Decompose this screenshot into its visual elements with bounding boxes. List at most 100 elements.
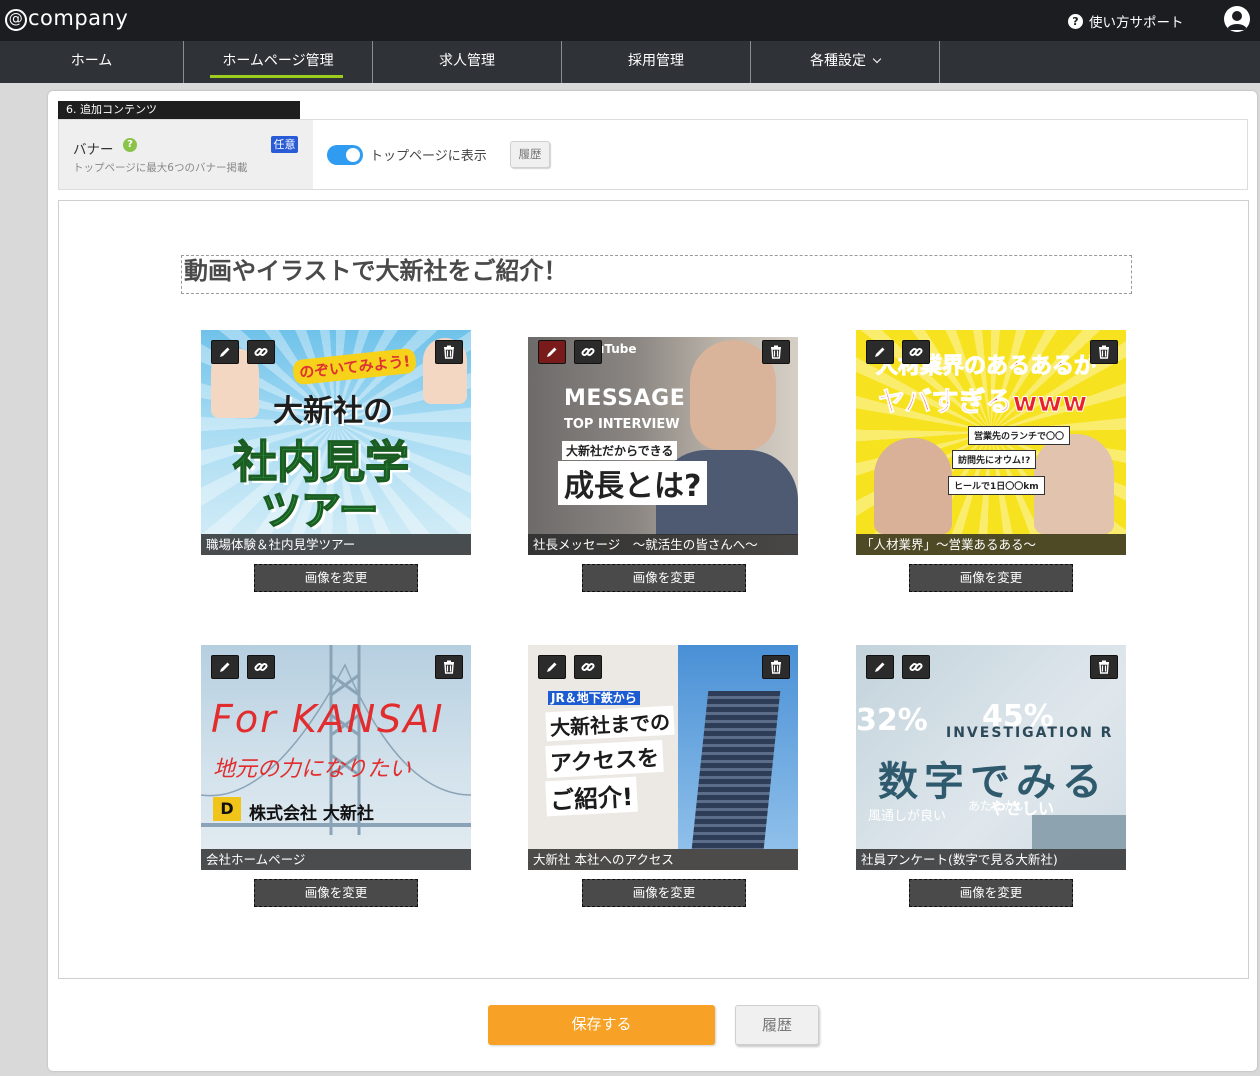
person-photo <box>874 438 952 534</box>
pencil-icon <box>220 347 230 357</box>
banner-art-text: ヤバすぎるwww <box>877 387 1088 419</box>
banner-art-text: TOP INTERVIEW <box>564 417 680 432</box>
company-d-logo: D <box>213 797 241 821</box>
trash-icon <box>444 345 454 359</box>
banner-art-text: ヒールで1日〇〇km <box>948 476 1045 495</box>
section-tag: 6. 追加コンテンツ <box>58 101 300 119</box>
link-icon <box>909 347 923 357</box>
delete-banner-button[interactable] <box>435 655 463 679</box>
trash-icon <box>1099 345 1109 359</box>
banner-card[interactable]: 人材業界のあるあるが ヤバすぎるwww 営業先のランチで〇〇 訪問先にオウム!?… <box>856 330 1126 555</box>
save-button[interactable]: 保存する <box>488 1005 715 1045</box>
pencil-icon <box>547 662 557 672</box>
person-photo <box>1034 434 1114 534</box>
edit-banner-button[interactable] <box>866 655 894 679</box>
help-icon[interactable]: ? <box>123 138 137 152</box>
banner-label: バナー <box>73 142 114 158</box>
link-icon <box>581 347 595 357</box>
toggle-label: トップページに表示 <box>370 149 487 164</box>
banner-card[interactable]: JR＆地下鉄から 大新社までの アクセスを ご紹介! 大新社 本社へのアクセス <box>528 645 798 870</box>
link-banner-button[interactable] <box>902 340 930 364</box>
delete-banner-button[interactable] <box>435 340 463 364</box>
banner-description: トップページに最大6つのバナー掲載 <box>73 162 248 174</box>
edit-banner-button[interactable] <box>211 340 239 364</box>
nav-homepage-management[interactable]: ホームページ管理 <box>184 41 373 83</box>
banner-art-text: INVESTIGATION R <box>946 725 1114 741</box>
delete-banner-button[interactable] <box>1090 340 1118 364</box>
link-banner-button[interactable] <box>574 340 602 364</box>
change-image-button[interactable]: 画像を変更 <box>254 564 418 592</box>
number-block <box>1032 815 1126 849</box>
user-icon <box>1227 11 1247 30</box>
delete-banner-button[interactable] <box>1090 655 1118 679</box>
support-link[interactable]: ? 使い方サポート <box>1068 11 1184 31</box>
change-image-button[interactable]: 画像を変更 <box>909 564 1073 592</box>
banner-caption: 社員アンケート(数字で見る大新社) <box>856 849 1126 870</box>
banner-caption: 社長メッセージ ～就活生の皆さんへ～ <box>528 534 798 555</box>
edit-banner-button[interactable] <box>538 340 566 364</box>
banner-art-text: あたたかい <box>968 799 1029 813</box>
link-banner-button[interactable] <box>247 655 275 679</box>
banner-art-text: 営業先のランチで〇〇 <box>968 426 1071 445</box>
banner-card[interactable]: のぞいてみよう! 大新社の 社内見学 ツアー 職場体験＆社内見学ツアー <box>201 330 471 555</box>
banner-art-text: MESSAGE <box>564 386 686 411</box>
banner-art-text: ご紹介! <box>545 776 638 817</box>
trash-icon <box>1099 660 1109 674</box>
user-avatar[interactable] <box>1224 6 1250 32</box>
banner-card[interactable]: 32% 45% INVESTIGATION R 数字でみる 風通しが良い やさし… <box>856 645 1126 870</box>
nav-settings[interactable]: 各種設定 <box>751 41 940 83</box>
chevron-down-icon <box>872 54 882 64</box>
banner-art-text: 地元の力になりたい <box>213 757 412 782</box>
banner-card[interactable]: For KANSAI 地元の力になりたい D 株式会社 大新社 会社ホームページ <box>201 645 471 870</box>
banner-card[interactable]: YouTube MESSAGE TOP INTERVIEW 大新社だからできる … <box>528 330 798 555</box>
banner-art-text: 訪問先にオウム!? <box>952 450 1037 469</box>
delete-banner-button[interactable] <box>762 655 790 679</box>
trash-icon <box>771 660 781 674</box>
pencil-icon <box>875 662 885 672</box>
banner-art-text: ツアー <box>260 487 379 535</box>
delete-banner-button[interactable] <box>762 340 790 364</box>
show-on-top-toggle[interactable] <box>327 145 363 165</box>
trash-icon <box>771 345 781 359</box>
banner-art-text: アクセスを <box>545 739 664 779</box>
banner-art-text: 32% <box>856 703 928 738</box>
link-banner-button[interactable] <box>902 655 930 679</box>
nav-job-management[interactable]: 求人管理 <box>373 41 562 83</box>
banner-top-strip <box>528 330 798 337</box>
banner-heading[interactable]: 動画やイラストで大新社をご紹介！ <box>181 255 1132 294</box>
trash-icon <box>444 660 454 674</box>
banner-setting-row: バナー ? トップページに最大6つのバナー掲載 任意 トップページに表示 履歴 <box>58 119 1248 190</box>
banner-history-button[interactable]: 履歴 <box>510 141 550 168</box>
history-button[interactable]: 履歴 <box>735 1005 819 1045</box>
change-image-button[interactable]: 画像を変更 <box>582 564 746 592</box>
edit-banner-button[interactable] <box>866 340 894 364</box>
banner-art-text: For KANSAI <box>211 697 445 741</box>
banner-art-text: 大新社までの <box>545 705 675 742</box>
change-image-button[interactable]: 画像を変更 <box>254 879 418 907</box>
change-image-button[interactable]: 画像を変更 <box>909 879 1073 907</box>
company-logo[interactable]: @ company <box>5 6 128 31</box>
change-image-button[interactable]: 画像を変更 <box>582 879 746 907</box>
at-icon: @ <box>5 9 27 31</box>
banner-caption: 職場体験＆社内見学ツアー <box>201 534 471 555</box>
pencil-icon <box>547 347 557 357</box>
link-banner-button[interactable] <box>574 655 602 679</box>
banner-art-text: JR＆地下鉄から <box>548 689 640 706</box>
nav-recruitment-management[interactable]: 採用管理 <box>562 41 751 83</box>
optional-badge: 任意 <box>271 136 298 153</box>
banner-art-text: 成長とは? <box>558 461 708 505</box>
edit-banner-button[interactable] <box>538 655 566 679</box>
banner-caption: 会社ホームページ <box>201 849 471 870</box>
edit-banner-button[interactable] <box>211 655 239 679</box>
link-icon <box>581 662 595 672</box>
banner-caption: 「人材業界」～営業あるある～ <box>856 534 1126 555</box>
banner-label-box: バナー ? トップページに最大6つのバナー掲載 任意 <box>59 120 313 189</box>
banner-art-text: 株式会社 大新社 <box>249 804 374 824</box>
link-banner-button[interactable] <box>247 340 275 364</box>
nav-home[interactable]: ホーム <box>0 41 184 83</box>
banner-caption: 大新社 本社へのアクセス <box>528 849 798 870</box>
banner-art-text: 風通しが良い <box>868 809 947 824</box>
banner-art-text: 大新社だからできる <box>562 441 678 460</box>
main-nav: ホーム ホームページ管理 求人管理 採用管理 各種設定 <box>0 41 1260 83</box>
question-icon: ? <box>1068 13 1083 29</box>
